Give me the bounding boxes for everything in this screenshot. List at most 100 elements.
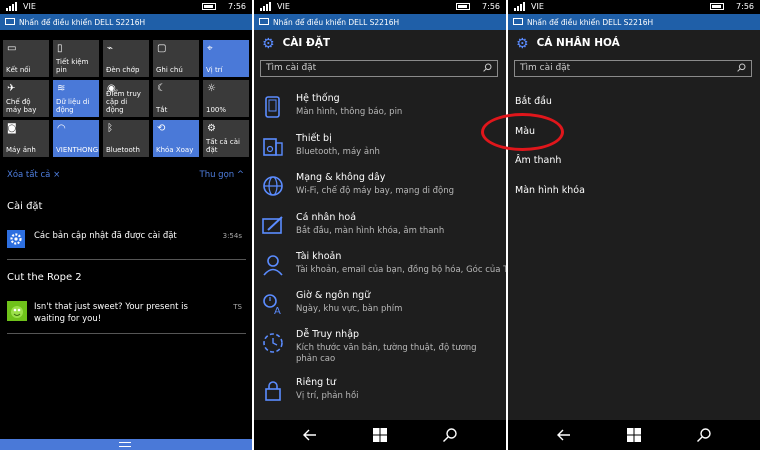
windows-start-icon[interactable] <box>372 427 388 443</box>
bluetooth-icon: ᛒ <box>107 123 113 134</box>
notification-text: Các bản cập nhật đã được cài đặt <box>34 231 177 241</box>
settings-item-ease-of-access[interactable]: Dễ Truy nhập Kích thước văn bản, tường t… <box>262 329 502 373</box>
tile-hotspot[interactable]: ◉ Điểm truy cập di động <box>103 80 149 117</box>
clock: 7:56 <box>228 2 246 11</box>
personalization-item-sounds[interactable]: Âm thanh <box>515 155 561 166</box>
clock: 7:56 <box>482 2 500 11</box>
notification-time: TS <box>233 303 242 311</box>
accounts-icon <box>263 255 283 276</box>
status-bar: VIE 7:56 <box>508 0 760 14</box>
location-icon: ⌖ <box>207 43 213 54</box>
navigation-bar <box>508 420 760 450</box>
monitor-icon <box>5 18 15 25</box>
carrier-label: VIE <box>277 2 290 11</box>
search-icon[interactable] <box>483 63 492 72</box>
tile-bluetooth[interactable]: ᛒ Bluetooth <box>103 120 149 157</box>
notify-text: Nhấn để điều khiển DELL S2216H <box>19 18 146 27</box>
personalization-item-lock-screen[interactable]: Màn hình khóa <box>515 185 585 196</box>
cut-the-rope-icon <box>7 301 27 321</box>
status-bar: VIE 7:56 <box>254 0 506 14</box>
airplane-icon: ✈ <box>7 83 16 94</box>
notification-group-title: Cut the Rope 2 <box>7 272 82 283</box>
tile-rotation-lock[interactable]: ⟲ Khóa Xoay <box>153 120 199 157</box>
clear-all-button[interactable]: Xóa tất cả × <box>7 170 60 180</box>
page-title: ⚙ CÀI ĐẶT <box>262 36 331 52</box>
project-notify-bar[interactable]: Nhấn để điều khiển DELL S2216H <box>0 14 252 30</box>
action-center-handle[interactable] <box>0 439 252 450</box>
notification-text: Isn't that just sweet? Your present is w… <box>34 302 188 324</box>
quiet-hours-icon: ☾ <box>157 83 166 94</box>
windows-start-icon[interactable] <box>626 427 642 443</box>
tile-brightness[interactable]: ☼ 100% <box>203 80 249 117</box>
tile-quiet-hours[interactable]: ☾ Tắt <box>153 80 199 117</box>
grip-icon <box>119 442 131 447</box>
signal-icon <box>6 2 17 11</box>
tile-cellular-data[interactable]: ≋ Dữ liệu di động <box>53 80 99 117</box>
svg-text:A: A <box>274 306 281 315</box>
tile-connect[interactable]: ▭ Kết nối <box>3 40 49 77</box>
ease-of-access-icon <box>263 333 283 353</box>
search-icon[interactable] <box>442 427 458 443</box>
wifi-icon: ◠ <box>57 123 66 134</box>
status-bar: VIE 7:56 <box>0 0 252 14</box>
flashlight-icon: ⌁ <box>107 43 114 54</box>
tile-note[interactable]: ▢ Ghi chú <box>153 40 199 77</box>
battery-icon <box>710 3 724 10</box>
clock: 7:56 <box>736 2 754 11</box>
page-title: ⚙ CÁ NHÂN HOÁ <box>516 36 620 52</box>
personalization-item-start[interactable]: Bắt đầu <box>515 96 552 107</box>
rotation-lock-icon: ⟲ <box>157 123 166 134</box>
gear-icon: ⚙ <box>262 36 275 52</box>
signal-icon <box>260 2 271 11</box>
battery-saver-icon: ▯ <box>57 43 63 54</box>
settings-item-accounts[interactable]: Tài khoản Tài khoản, email của bạn, đồng… <box>262 251 506 287</box>
tile-wifi[interactable]: ◠VIENTHONGM <box>53 120 99 157</box>
chevron-up-icon: ^ <box>236 170 244 180</box>
divider <box>7 259 246 260</box>
settings-screen: VIE 7:56 Nhấn để điều khiển DELL S2216H … <box>254 0 506 450</box>
settings-item-system[interactable]: Hệ thống Màn hình, thông báo, pin <box>262 93 502 129</box>
project-notify-bar[interactable]: Nhấn để điều khiển DELL S2216H <box>508 14 760 30</box>
settings-item-privacy[interactable]: Riêng tư Vị trí, phản hồi <box>262 377 502 413</box>
settings-item-personalization[interactable]: Cá nhân hoá Bắt đầu, màn hình khóa, âm t… <box>262 212 502 248</box>
search-input[interactable]: Tìm cài đặt <box>514 60 752 77</box>
monitor-icon <box>259 18 269 25</box>
cellular-data-icon: ≋ <box>57 83 66 94</box>
settings-icon: ⚙ <box>207 123 216 134</box>
back-icon[interactable] <box>302 427 318 443</box>
divider <box>7 333 246 334</box>
tile-battery-saver[interactable]: ▯ Tiết kiệm pin <box>53 40 99 77</box>
tile-airplane[interactable]: ✈ Chế độ máy bay <box>3 80 49 117</box>
camera-icon: ◙ <box>7 123 17 134</box>
search-input[interactable]: Tìm cài đặt <box>260 60 498 77</box>
personalization-screen: VIE 7:56 Nhấn để điều khiển DELL S2216H … <box>508 0 760 450</box>
tile-camera[interactable]: ◙ Máy ảnh <box>3 120 49 157</box>
settings-gear-icon <box>7 230 25 248</box>
notification-group-title: Cài đặt <box>7 201 43 212</box>
tile-flashlight[interactable]: ⌁ Đèn chớp <box>103 40 149 77</box>
note-icon: ▢ <box>157 43 167 54</box>
battery-icon <box>202 3 216 10</box>
notify-text: Nhấn để điều khiển DELL S2216H <box>273 18 400 27</box>
tile-location[interactable]: ⌖ Vị trí <box>203 40 249 77</box>
personalization-icon <box>262 216 283 234</box>
notification-time: 3:54s <box>222 232 242 240</box>
carrier-label: VIE <box>531 2 544 11</box>
collapse-button[interactable]: Thu gọn ^ <box>200 170 244 180</box>
action-center-screen: VIE 7:56 Nhấn để điều khiển DELL S2216H … <box>0 0 252 450</box>
settings-item-network[interactable]: Mạng & không dây Wi-Fi, chế độ máy bay, … <box>262 172 502 208</box>
system-icon <box>265 96 280 118</box>
network-icon <box>263 176 283 196</box>
highlight-circle-annotation <box>481 113 564 151</box>
navigation-bar <box>254 420 506 450</box>
gear-icon: ⚙ <box>516 36 529 52</box>
project-notify-bar[interactable]: Nhấn để điều khiển DELL S2216H <box>254 14 506 30</box>
settings-item-devices[interactable]: Thiết bị Bluetooth, máy ảnh <box>262 133 502 169</box>
settings-item-time-language[interactable]: A Giờ & ngôn ngữ Ngày, khu vực, bàn phím <box>262 290 502 326</box>
search-icon[interactable] <box>737 63 746 72</box>
back-icon[interactable] <box>556 427 572 443</box>
tile-all-settings[interactable]: ⚙ Tất cả cài đặt <box>203 120 249 157</box>
monitor-icon <box>513 18 523 25</box>
search-icon[interactable] <box>696 427 712 443</box>
devices-icon <box>263 138 283 156</box>
